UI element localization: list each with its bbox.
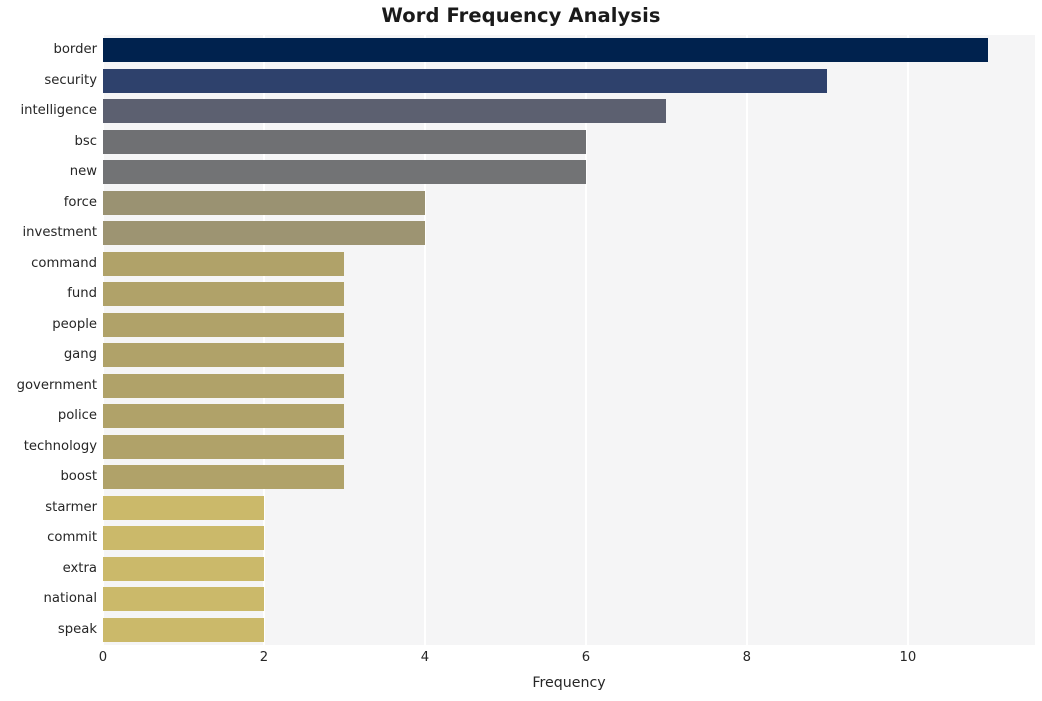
bar-slot [103,251,1035,276]
bar-new[interactable] [103,160,586,185]
bar-slot [103,373,1035,398]
bar-security[interactable] [103,68,828,93]
bar-slot [103,221,1035,246]
y-tick-label-people: people [52,316,97,332]
bar-bsc[interactable] [103,129,586,154]
bar-speak[interactable] [103,617,264,642]
y-tick-label-speak: speak [57,621,97,637]
x-axis-tick-labels: 0 2 4 6 8 10 [0,650,1042,670]
y-tick-label-boost: boost [60,469,97,485]
bar-people[interactable] [103,312,345,337]
y-tick-label-starmer: starmer [45,499,97,515]
bar-national[interactable] [103,587,264,612]
y-tick-label-force: force [63,194,97,210]
bar-gang[interactable] [103,343,345,368]
bar-slot [103,465,1035,490]
bar-slot [103,282,1035,307]
x-tick-label-6: 6 [581,650,591,665]
x-tick-label-8: 8 [742,650,752,665]
y-tick-label-extra: extra [62,560,97,576]
bar-slot [103,495,1035,520]
bar-slot [103,99,1035,124]
y-tick-label-fund: fund [67,286,97,302]
y-axis-tick-labels: border security intelligence bsc new force inv… [0,35,97,645]
bar-slot [103,343,1035,368]
bar-starmer[interactable] [103,495,264,520]
bar-command[interactable] [103,251,345,276]
y-tick-label-border: border [53,42,97,58]
bar-slot [103,38,1035,63]
bar-slot [103,556,1035,581]
bar-slot [103,160,1035,185]
y-tick-label-investment: investment [22,225,97,241]
y-tick-label-government: government [16,377,97,393]
bar-intelligence[interactable] [103,99,667,124]
plot-area [103,35,1035,645]
y-tick-label-police: police [57,408,97,424]
bar-investment[interactable] [103,221,425,246]
y-tick-label-national: national [43,591,97,607]
bar-police[interactable] [103,404,345,429]
x-axis-label: Frequency [532,675,606,691]
bar-border[interactable] [103,38,989,63]
y-tick-label-commit: commit [47,530,97,546]
x-tick-label-10: 10 [899,650,917,665]
bar-slot [103,68,1035,93]
y-tick-label-command: command [31,255,97,271]
bar-slot [103,587,1035,612]
bar-force[interactable] [103,190,425,215]
chart-figure: Word Frequency Analysis border security in… [0,0,1042,701]
bar-slot [103,190,1035,215]
bar-technology[interactable] [103,434,345,459]
bar-slot [103,526,1035,551]
bar-fund[interactable] [103,282,345,307]
y-tick-label-technology: technology [23,438,97,454]
bar-boost[interactable] [103,465,345,490]
y-tick-label-intelligence: intelligence [20,103,97,119]
bar-government[interactable] [103,373,345,398]
bar-extra[interactable] [103,556,264,581]
bar-slot [103,312,1035,337]
y-tick-label-new: new [69,164,97,180]
y-tick-label-gang: gang [63,347,97,363]
bar-commit[interactable] [103,526,264,551]
page-title: Word Frequency Analysis [381,4,661,27]
bar-slot [103,617,1035,642]
x-tick-label-2: 2 [259,650,269,665]
y-tick-label-bsc: bsc [74,133,98,149]
bar-slot [103,434,1035,459]
bar-slot [103,129,1035,154]
x-tick-label-4: 4 [420,650,430,665]
bar-slot [103,404,1035,429]
y-tick-label-security: security [44,72,97,88]
bar-series [103,35,1035,645]
x-tick-label-0: 0 [98,650,108,665]
